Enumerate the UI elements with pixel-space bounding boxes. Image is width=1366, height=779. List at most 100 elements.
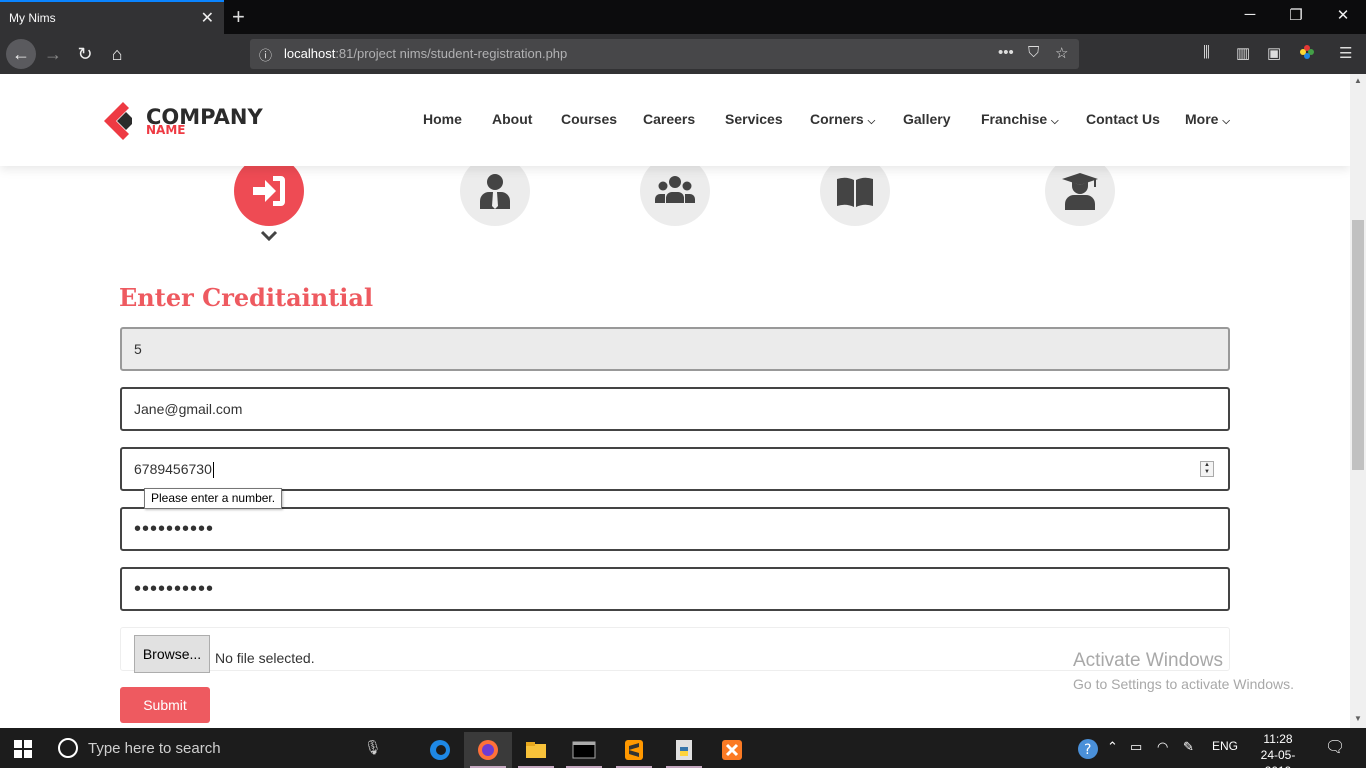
- phone-field[interactable]: 6789456730 ▲ ▼: [120, 447, 1230, 491]
- confirm-password-field[interactable]: ••••••••••: [120, 567, 1230, 611]
- url-text: localhost:81/project nims/student-regist…: [284, 46, 567, 61]
- scroll-up-icon[interactable]: ▲: [1354, 76, 1362, 85]
- folder-icon: [526, 742, 546, 758]
- logo-subtext: NAME: [146, 123, 186, 137]
- notifications-icon[interactable]: 🗨: [1325, 737, 1345, 757]
- scroll-thumb[interactable]: [1352, 220, 1364, 470]
- web-page: COMPANY NAME Home About Courses Careers …: [0, 74, 1350, 728]
- sublime-icon: [625, 740, 643, 760]
- nav-services[interactable]: Services: [725, 111, 783, 127]
- email-field[interactable]: Jane@gmail.com: [120, 387, 1230, 431]
- color-extension-icon[interactable]: [1299, 44, 1315, 64]
- taskbar-search[interactable]: Type here to search: [88, 740, 221, 757]
- site-header: COMPANY NAME Home About Courses Careers …: [0, 74, 1350, 166]
- explorer-app[interactable]: [512, 732, 560, 768]
- chevron-down-icon: ⌵: [867, 116, 876, 127]
- browser-tab-bar: My Nims ✕ + ─ ❐ ✕: [0, 0, 1366, 34]
- home-icon[interactable]: ⌂: [105, 42, 129, 66]
- activation-watermark-text: Go to Settings to activate Windows.: [1073, 676, 1294, 692]
- scroll-down-icon[interactable]: ▼: [1354, 714, 1362, 723]
- chevron-down-icon: ⌵: [1222, 116, 1230, 127]
- url-path: :81/project nims/student-registration.ph…: [335, 46, 568, 61]
- terminal-icon: [572, 741, 596, 759]
- nav-careers[interactable]: Careers: [643, 111, 695, 127]
- firefox-app[interactable]: [464, 732, 512, 768]
- phone-value: 6789456730: [134, 461, 212, 477]
- microphone-icon[interactable]: 🎙: [364, 739, 382, 756]
- terminal-app[interactable]: [560, 732, 608, 768]
- nav-gallery[interactable]: Gallery: [903, 111, 950, 127]
- svg-text:?: ?: [1084, 742, 1091, 758]
- reload-icon[interactable]: ↻: [73, 42, 97, 66]
- nav-corners[interactable]: Corners ⌵: [810, 111, 875, 127]
- form-heading: Enter Creditaintial: [119, 283, 374, 312]
- library-icon[interactable]: ⫼: [1203, 44, 1210, 61]
- sidebar-icon[interactable]: ▥: [1236, 44, 1250, 62]
- bookmark-star-icon[interactable]: ☆: [1055, 44, 1068, 62]
- nav-more[interactable]: More ⌵: [1185, 111, 1230, 127]
- menu-icon[interactable]: ☰: [1339, 44, 1352, 62]
- address-bar[interactable]: ⓘ localhost:81/project nims/student-regi…: [250, 39, 1079, 69]
- nav-more-label: More: [1185, 111, 1219, 127]
- nav-courses[interactable]: Courses: [561, 111, 617, 127]
- nav-franchise[interactable]: Franchise ⌵: [981, 111, 1059, 127]
- language-indicator[interactable]: ENG: [1212, 739, 1238, 753]
- submit-button[interactable]: Submit: [120, 687, 210, 723]
- password-mask: ••••••••••: [134, 518, 215, 540]
- page-actions-icon[interactable]: •••: [998, 44, 1014, 61]
- page-scrollbar[interactable]: ▲ ▼: [1350, 74, 1366, 728]
- browser-nav-bar: ← → ↻ ⌂ ⓘ localhost:81/project nims/stud…: [0, 34, 1366, 74]
- xampp-icon: [722, 740, 742, 760]
- new-tab-icon[interactable]: +: [232, 4, 245, 30]
- minimize-icon[interactable]: ─: [1227, 6, 1273, 23]
- browse-button[interactable]: Browse...: [134, 635, 210, 673]
- nav-home[interactable]: Home: [423, 111, 462, 127]
- close-window-icon[interactable]: ✕: [1320, 6, 1366, 24]
- activation-watermark-title: Activate Windows: [1073, 650, 1223, 671]
- file-upload: Browse... No file selected.: [120, 627, 1230, 673]
- pocket-icon[interactable]: ⛉: [1028, 44, 1039, 61]
- restore-icon[interactable]: ❐: [1273, 6, 1319, 24]
- id-value: 5: [134, 341, 142, 357]
- book-icon: [837, 177, 873, 207]
- users-icon: [655, 176, 695, 203]
- back-icon[interactable]: ←: [6, 39, 36, 69]
- step-education[interactable]: [1045, 156, 1115, 226]
- edge-app[interactable]: [416, 732, 464, 768]
- id-field: 5: [120, 327, 1230, 371]
- xampp-app[interactable]: [708, 732, 756, 768]
- site-info-icon[interactable]: ⓘ: [259, 45, 272, 64]
- nav-about[interactable]: About: [492, 111, 532, 127]
- file-status: No file selected.: [215, 650, 315, 666]
- clock-date: 24-05-2019: [1260, 748, 1296, 778]
- step-login[interactable]: [234, 156, 304, 226]
- search-icon[interactable]: [58, 738, 78, 758]
- user-tie-icon: [480, 174, 510, 209]
- sign-in-icon: [253, 176, 285, 206]
- python-app[interactable]: [660, 732, 708, 768]
- show-hidden-icons-icon[interactable]: ⌃: [1107, 739, 1118, 755]
- nav-contact[interactable]: Contact Us: [1086, 111, 1160, 127]
- forward-icon[interactable]: →: [41, 42, 65, 66]
- taskbar-clock[interactable]: 11:28 24-05-2019: [1256, 731, 1300, 779]
- company-logo[interactable]: COMPANY NAME: [104, 102, 263, 145]
- sublime-app[interactable]: [610, 732, 658, 768]
- step-profile[interactable]: [460, 156, 530, 226]
- help-icon[interactable]: ?: [1076, 737, 1100, 761]
- windows-taskbar: Type here to search 🎙 ? ⌃ ▭ ◠ ✎ ENG 11:2…: [0, 728, 1366, 778]
- wifi-icon[interactable]: ◠: [1157, 739, 1168, 755]
- extension-icon[interactable]: ▣: [1267, 44, 1281, 62]
- battery-icon[interactable]: ▭: [1130, 739, 1142, 755]
- windows-start-icon[interactable]: [14, 740, 32, 758]
- step-family[interactable]: [640, 156, 710, 226]
- browser-tab[interactable]: My Nims ✕: [0, 0, 224, 34]
- number-spinner[interactable]: ▲ ▼: [1200, 461, 1214, 477]
- clock-time: 11:28: [1263, 732, 1293, 746]
- close-tab-icon[interactable]: ✕: [201, 8, 214, 28]
- step-course[interactable]: [820, 156, 890, 226]
- password-field[interactable]: ••••••••••: [120, 507, 1230, 551]
- pen-icon[interactable]: ✎: [1183, 739, 1194, 755]
- validation-tooltip: Please enter a number.: [144, 488, 283, 509]
- confirm-password-mask: ••••••••••: [134, 578, 215, 600]
- url-host: localhost: [284, 46, 336, 61]
